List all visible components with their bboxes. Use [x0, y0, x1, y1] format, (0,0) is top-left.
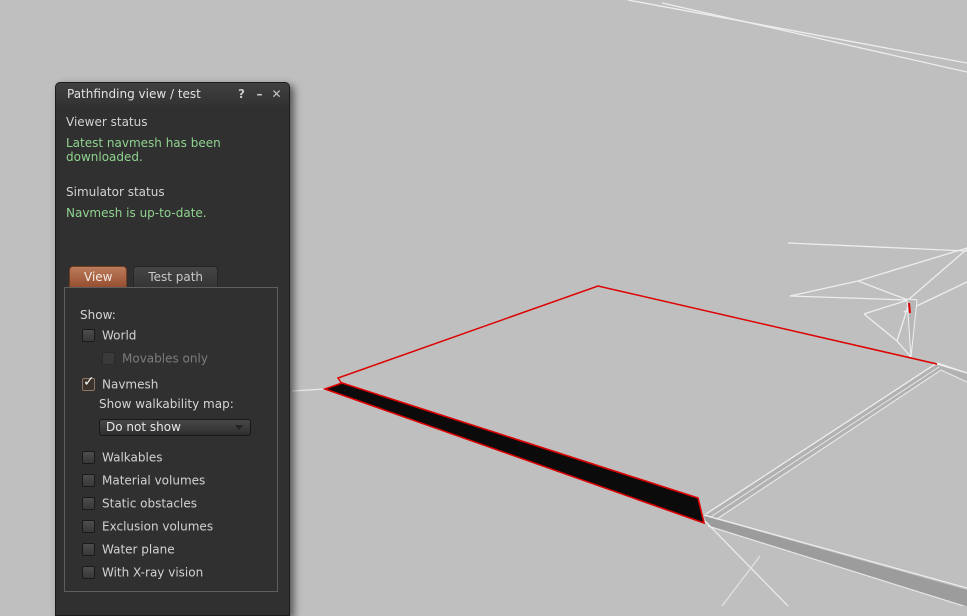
- checkbox-row-exclusion-volumes[interactable]: Exclusion volumes: [82, 519, 213, 535]
- floater-titlebar[interactable]: Pathfinding view / test ? – ✕: [56, 83, 289, 105]
- checkbox-row-material-volumes[interactable]: Material volumes: [82, 473, 205, 489]
- checkbox-row-movables-only[interactable]: Movables only: [102, 351, 208, 367]
- help-icon[interactable]: ?: [234, 83, 249, 105]
- checkbox-row-static-obstacles[interactable]: Static obstacles: [82, 496, 197, 512]
- show-label: Show:: [80, 308, 116, 324]
- simulator-status-label: Simulator status: [66, 185, 165, 199]
- tab-test-path[interactable]: Test path: [133, 266, 218, 287]
- walkables-checkbox[interactable]: [82, 451, 95, 464]
- water-plane-checkbox[interactable]: [82, 543, 95, 556]
- navmesh-label: Navmesh: [102, 378, 158, 392]
- exclusion-volumes-label: Exclusion volumes: [102, 520, 213, 534]
- static-obstacles-label: Static obstacles: [102, 497, 197, 511]
- checkbox-row-water-plane[interactable]: Water plane: [82, 542, 175, 558]
- viewer-status-message: Latest navmesh has been downloaded.: [66, 136, 289, 164]
- xray-checkbox[interactable]: [82, 566, 95, 579]
- checkbox-row-navmesh[interactable]: ✓ Navmesh: [82, 377, 158, 393]
- floater-title: Pathfinding view / test: [67, 83, 201, 105]
- world-checkbox[interactable]: [82, 329, 95, 342]
- navmesh-checkbox[interactable]: ✓: [82, 378, 95, 391]
- checkmark-icon: ✓: [83, 375, 95, 389]
- checkbox-row-walkables[interactable]: Walkables: [82, 450, 162, 466]
- pathfinding-floater: Pathfinding view / test ? – ✕ Viewer sta…: [55, 82, 290, 616]
- material-volumes-label: Material volumes: [102, 474, 205, 488]
- tab-bar: View Test path: [69, 266, 218, 287]
- close-icon[interactable]: ✕: [269, 83, 284, 105]
- tab-view[interactable]: View: [69, 266, 127, 287]
- static-obstacles-checkbox[interactable]: [82, 497, 95, 510]
- minimize-icon[interactable]: –: [252, 83, 267, 105]
- viewer-status-label: Viewer status: [66, 115, 147, 129]
- material-volumes-checkbox[interactable]: [82, 474, 95, 487]
- world-label: World: [102, 329, 136, 343]
- walkables-label: Walkables: [102, 451, 162, 465]
- view-tab-panel: Show: World Movables only ✓ Navmesh Show …: [64, 287, 278, 592]
- movables-only-label: Movables only: [122, 352, 208, 366]
- checkbox-row-xray[interactable]: With X-ray vision: [82, 565, 203, 581]
- checkbox-row-world[interactable]: World: [82, 328, 136, 344]
- walkability-dropdown-value: Do not show: [106, 420, 181, 435]
- exclusion-volumes-checkbox[interactable]: [82, 520, 95, 533]
- water-plane-label: Water plane: [102, 543, 175, 557]
- simulator-status-message: Navmesh is up-to-date.: [66, 206, 207, 220]
- walkability-label: Show walkability map:: [99, 397, 234, 413]
- xray-label: With X-ray vision: [102, 566, 203, 580]
- chevron-down-icon: [235, 425, 243, 430]
- movables-only-checkbox[interactable]: [102, 352, 115, 365]
- walkability-dropdown[interactable]: Do not show: [99, 419, 251, 436]
